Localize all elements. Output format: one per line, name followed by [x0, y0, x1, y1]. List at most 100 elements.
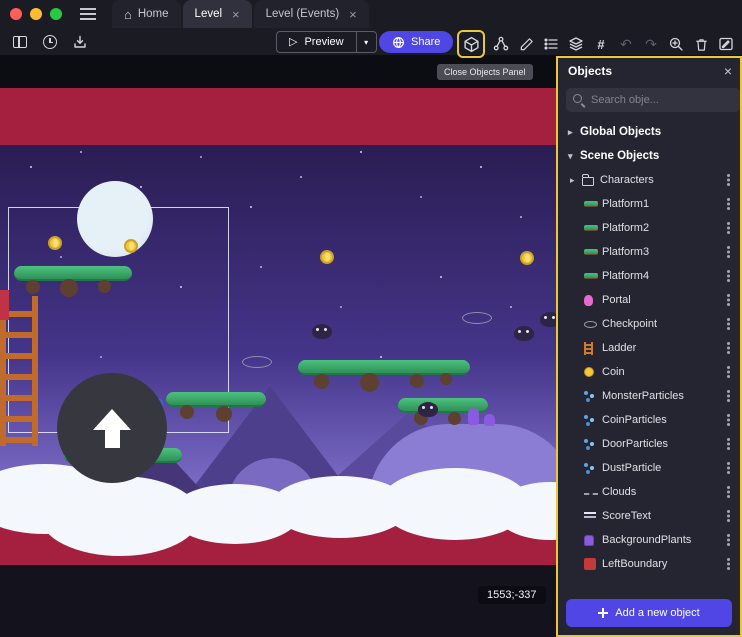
object-label: Portal — [602, 294, 720, 306]
add-new-object-button[interactable]: Add a new object — [566, 599, 732, 627]
window-controls — [0, 8, 74, 20]
ufo-sprite[interactable] — [242, 356, 272, 368]
more-options-icon[interactable] — [720, 173, 736, 187]
coin-sprite[interactable] — [48, 236, 62, 250]
more-options-icon[interactable] — [720, 485, 736, 499]
scene-canvas[interactable]: 1553;-337 — [0, 56, 556, 637]
coin-sprite[interactable] — [320, 250, 334, 264]
close-tab-icon[interactable]: × — [349, 8, 357, 21]
main-menu-icon[interactable] — [80, 8, 96, 20]
platform-sprite[interactable] — [298, 360, 470, 375]
plant-sprite[interactable] — [484, 414, 495, 426]
object-row-backgroundplants[interactable]: BackgroundPlants — [558, 528, 740, 552]
plant-sprite[interactable] — [468, 408, 479, 425]
platform-sprite[interactable] — [166, 392, 266, 407]
bat-monster-sprite[interactable] — [418, 402, 438, 417]
platform-icon — [584, 249, 598, 255]
up-arrow-control-sprite[interactable] — [57, 373, 167, 483]
object-row-platform1[interactable]: Platform1 — [558, 192, 740, 216]
share-button[interactable]: Share — [379, 31, 453, 53]
more-options-icon[interactable] — [720, 269, 736, 283]
tab-level-events[interactable]: Level (Events) × — [254, 0, 369, 28]
platform-sprite[interactable] — [14, 266, 132, 281]
more-options-icon[interactable] — [720, 557, 736, 571]
object-properties-button[interactable] — [539, 32, 563, 56]
object-row-ladder[interactable]: Ladder — [558, 336, 740, 360]
coin-sprite[interactable] — [124, 239, 138, 253]
object-row-clouds[interactable]: Clouds — [558, 480, 740, 504]
delete-button[interactable] — [689, 32, 713, 56]
object-label: Ladder — [602, 342, 720, 354]
minimize-window-button[interactable] — [30, 8, 42, 20]
search-box — [566, 88, 740, 112]
left-boundary-sprite[interactable] — [0, 290, 9, 320]
tree-section-global-objects[interactable]: ▸ Global Objects — [558, 120, 740, 144]
grid-button[interactable]: # — [589, 32, 613, 56]
close-window-button[interactable] — [10, 8, 22, 20]
preview-options-dropdown[interactable]: ▾ — [357, 31, 377, 53]
close-tab-icon[interactable]: × — [232, 8, 240, 21]
chevron-right-icon: ▸ — [568, 127, 580, 138]
coin-sprite[interactable] — [520, 251, 534, 265]
maximize-window-button[interactable] — [50, 8, 62, 20]
object-row-platform3[interactable]: Platform3 — [558, 240, 740, 264]
object-label: Platform1 — [602, 198, 720, 210]
stars-decoration — [0, 56, 2, 58]
object-row-dustparticle[interactable]: DustParticle — [558, 456, 740, 480]
more-options-icon[interactable] — [720, 533, 736, 547]
clouds-icon — [584, 493, 598, 495]
instance-properties-button[interactable] — [714, 32, 738, 56]
more-options-icon[interactable] — [720, 293, 736, 307]
more-options-icon[interactable] — [720, 389, 736, 403]
preview-button[interactable]: ▷ Preview — [276, 31, 357, 53]
coin-icon — [584, 367, 594, 377]
object-groups-button[interactable] — [489, 32, 513, 56]
object-label: BackgroundPlants — [602, 534, 720, 546]
more-options-icon[interactable] — [720, 365, 736, 379]
object-row-characters[interactable]: ▸ Characters — [558, 168, 740, 192]
ufo-sprite[interactable] — [462, 312, 492, 324]
search-input[interactable] — [591, 94, 733, 106]
save-button[interactable] — [68, 30, 92, 54]
tree-section-scene-objects[interactable]: ▾ Scene Objects — [558, 144, 740, 168]
toggle-objects-panel-button[interactable] — [459, 32, 483, 56]
tab-home[interactable]: ⌂ Home — [112, 0, 181, 28]
more-options-icon[interactable] — [720, 245, 736, 259]
tab-level[interactable]: Level × — [183, 0, 252, 28]
object-row-platform2[interactable]: Platform2 — [558, 216, 740, 240]
redo-button[interactable]: ↷ — [639, 32, 663, 56]
object-row-portal[interactable]: Portal — [558, 288, 740, 312]
chevron-down-icon: ▾ — [568, 151, 580, 162]
object-row-platform4[interactable]: Platform4 — [558, 264, 740, 288]
more-options-icon[interactable] — [720, 509, 736, 523]
object-row-coinparticles[interactable]: CoinParticles — [558, 408, 740, 432]
more-options-icon[interactable] — [720, 197, 736, 211]
object-row-doorparticles[interactable]: DoorParticles — [558, 432, 740, 456]
more-options-icon[interactable] — [720, 341, 736, 355]
tab-bar: ⌂ Home Level × Level (Events) × — [0, 0, 742, 28]
project-manager-button[interactable] — [8, 30, 32, 54]
bat-monster-sprite[interactable] — [540, 312, 556, 327]
object-row-checkpoint[interactable]: Checkpoint — [558, 312, 740, 336]
more-options-icon[interactable] — [720, 221, 736, 235]
object-row-coin[interactable]: Coin — [558, 360, 740, 384]
history-button[interactable] — [38, 30, 62, 54]
moon-sprite[interactable] — [77, 181, 153, 257]
add-button-label: Add a new object — [615, 607, 699, 619]
close-panel-icon[interactable]: × — [724, 64, 732, 78]
object-row-monsterparticles[interactable]: MonsterParticles — [558, 384, 740, 408]
more-options-icon[interactable] — [720, 461, 736, 475]
edit-scene-button[interactable] — [514, 32, 538, 56]
bat-monster-sprite[interactable] — [514, 326, 534, 341]
play-icon: ▷ — [289, 37, 297, 48]
undo-button[interactable]: ↶ — [614, 32, 638, 56]
bat-monster-sprite[interactable] — [312, 324, 332, 339]
clock-icon — [43, 35, 57, 49]
object-row-scoretext[interactable]: ScoreText — [558, 504, 740, 528]
layers-button[interactable] — [564, 32, 588, 56]
more-options-icon[interactable] — [720, 437, 736, 451]
object-row-leftboundary[interactable]: LeftBoundary — [558, 552, 740, 576]
zoom-button[interactable] — [664, 32, 688, 56]
more-options-icon[interactable] — [720, 317, 736, 331]
more-options-icon[interactable] — [720, 413, 736, 427]
